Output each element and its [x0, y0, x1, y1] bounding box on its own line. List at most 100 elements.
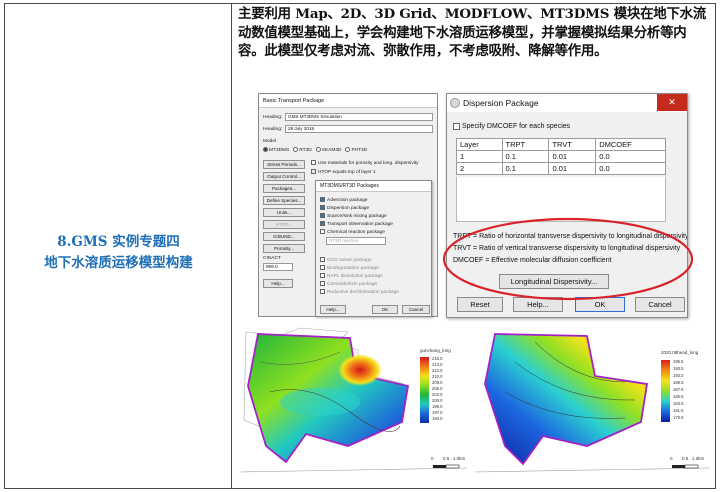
- topic-cell: 8.GMS 实例专题四 地下水溶质运移模型构建: [5, 4, 232, 488]
- pkg-biodeg[interactable]: Biodegradation package: [320, 265, 379, 272]
- scale1-zero: 0: [431, 456, 434, 461]
- legend-value: 193.0: [432, 416, 443, 421]
- packages-button[interactable]: Packages...: [263, 184, 305, 193]
- legend-value: 213.0: [432, 362, 443, 367]
- pkg-observation[interactable]: Transport observation package: [320, 221, 393, 228]
- pkg-source-sink[interactable]: Source/sink mixing package: [320, 213, 387, 220]
- pkg-chemical[interactable]: Chemical reaction package: [320, 229, 385, 236]
- pkg-dispersion[interactable]: Dispersion package: [320, 205, 369, 212]
- model-option-mt3dms: MT3DMS: [269, 147, 290, 153]
- dispersion-title-bar: Dispersion Package: [447, 94, 687, 112]
- legend-value: 199.0: [432, 404, 443, 409]
- cinact-input[interactable]: 999.0: [263, 263, 293, 271]
- cell-trpt[interactable]: 0.1: [501, 150, 550, 163]
- pkg-reductive[interactable]: Reductive dechlorination package: [320, 289, 399, 296]
- col-trvt: TRVT: [548, 138, 597, 151]
- packages-cancel-button[interactable]: Cancel: [402, 305, 430, 314]
- col-trpt: TRPT: [501, 138, 550, 151]
- cell-trpt[interactable]: 0.1: [501, 162, 550, 175]
- head-legend-bar: [661, 360, 670, 422]
- use-materials-label: Use materials for porosity and long. dis…: [318, 160, 419, 166]
- legend-value: 183.5: [673, 401, 684, 406]
- scale1-half: 0.5: [443, 456, 450, 461]
- table-row: 2 0.1 0.01 0.0: [456, 162, 666, 175]
- head-legend-title: 2020.08head_long: [661, 350, 699, 355]
- topic-title-line2: 地下水溶质运移模型构建: [44, 255, 193, 271]
- porosity-button[interactable]: Porosity...: [263, 244, 305, 253]
- legend-value: 197.0: [432, 410, 443, 415]
- units-button[interactable]: Units...: [263, 208, 305, 217]
- radio-rt3d[interactable]: [293, 147, 299, 152]
- icbund-button[interactable]: ICBUND...: [263, 232, 305, 241]
- cell-dmcoef[interactable]: 0.0: [595, 150, 666, 163]
- legend-value: 189.5: [673, 380, 684, 385]
- col-dmcoef: DMCOEF: [595, 138, 666, 151]
- legend-value: 212.0: [432, 368, 443, 373]
- packages-window: MT3DMS/RT3D Packages Advection package D…: [315, 180, 432, 317]
- htop-equals-label: HTOP equals top of layer 1: [318, 169, 376, 175]
- pkg-napl[interactable]: NAPL dissolution package: [320, 273, 383, 280]
- table-header-row: Layer TRPT TRVT DMCOEF: [456, 138, 666, 151]
- cinact-label: CINACT: [263, 256, 281, 261]
- legend-value: 200.0: [432, 398, 443, 403]
- scale1-full: 1.0km: [453, 456, 466, 461]
- cell-trvt[interactable]: 0.01: [548, 162, 597, 175]
- cell-layer: 1: [456, 150, 503, 163]
- topic-title: 8.GMS 实例专题四 地下水溶质运移模型构建: [5, 232, 232, 274]
- heading1-input[interactable]: GMS MT3DMS Simulation: [285, 113, 433, 121]
- use-materials-checkbox[interactable]: Use materials for porosity and long. dis…: [311, 160, 419, 167]
- pkg-observation-label: Transport observation package: [327, 221, 393, 227]
- scale2-full: 1.0km: [692, 456, 705, 461]
- legend-value: 185.5: [673, 394, 684, 399]
- specify-dmcoef-checkbox[interactable]: Specify DMCOEF for each species: [453, 122, 570, 132]
- heading2-input[interactable]: 28 July 2015: [285, 125, 433, 133]
- cell-layer: 2: [456, 162, 503, 175]
- legend-value: 179.5: [673, 415, 684, 420]
- legend-value: 210.0: [432, 374, 443, 379]
- pkg-cometab-label: Cometabolism package: [327, 281, 378, 287]
- dispersion-title: Dispersion Package: [463, 98, 539, 108]
- basic-transport-title: Basic Transport Package: [259, 94, 437, 108]
- radio-pht3d[interactable]: [345, 147, 351, 152]
- col-layer: Layer: [456, 138, 503, 151]
- legend-value: 193.5: [673, 366, 684, 371]
- define-species-button[interactable]: Define Species...: [263, 196, 305, 205]
- pkg-reductive-label: Reductive dechlorination package: [327, 289, 400, 295]
- legend-value: 215.0: [432, 356, 443, 361]
- rt3d-reaction-select[interactable]: RT3D reaction: [326, 237, 386, 245]
- radio-seam3d[interactable]: [315, 147, 321, 152]
- pkg-cometab[interactable]: Cometabolism package: [320, 281, 377, 288]
- legend-value: 209.0: [432, 380, 443, 385]
- pkg-advection[interactable]: Advection package: [320, 197, 368, 204]
- head-scale-bar: [672, 464, 699, 469]
- scale2-zero: 0: [670, 456, 673, 461]
- cell-dmcoef[interactable]: 0.0: [595, 162, 666, 175]
- red-ellipse-annotation: [442, 217, 694, 301]
- pkg-biodeg-label: Biodegradation package: [327, 265, 379, 271]
- dispersion-table: Layer TRPT TRVT DMCOEF 1 0.1 0.01 0.0 2 …: [456, 138, 666, 175]
- stress-periods-button[interactable]: Stress Periods...: [263, 160, 305, 169]
- packages-help-button[interactable]: Help...: [320, 305, 346, 314]
- htop-equals-checkbox[interactable]: HTOP equals top of layer 1: [311, 169, 376, 176]
- model-option-rt3d: RT3D: [299, 147, 312, 153]
- model-option-seam3d: SEAM3D: [321, 147, 342, 153]
- close-icon[interactable]: ✕: [657, 94, 687, 111]
- output-control-button[interactable]: Output Control...: [263, 172, 305, 181]
- model-label: Model: [263, 139, 277, 144]
- packages-title: MT3DMS/RT3D Packages: [316, 181, 431, 192]
- cell-trvt[interactable]: 0.01: [548, 150, 597, 163]
- model-radio-group: MT3DMS RT3D SEAM3D PHT3D: [263, 147, 367, 154]
- basic-help-button[interactable]: Help...: [263, 279, 293, 288]
- legend-value: 202.0: [432, 392, 443, 397]
- table-row: 1 0.1 0.01 0.0: [456, 150, 666, 163]
- topic-title-line1: 8.GMS 实例专题四: [57, 234, 180, 250]
- concentration-map: gunchang_long 215.0 213.0 212.0 210.0 209.0 2…: [240, 322, 467, 482]
- htop-button[interactable]: HTOP...: [263, 220, 305, 229]
- radio-mt3dms[interactable]: [263, 147, 268, 152]
- head-map: 2020.08head_long 195.5 193.5 193.0 189.5 187…: [475, 322, 710, 482]
- pkg-gcg[interactable]: GCG solver package: [320, 257, 372, 264]
- pkg-napl-label: NAPL dissolution package: [327, 273, 383, 279]
- pkg-gcg-label: GCG solver package: [327, 257, 372, 263]
- packages-ok-button[interactable]: OK: [372, 305, 398, 314]
- specify-dmcoef-label: Specify DMCOEF for each species: [462, 123, 571, 130]
